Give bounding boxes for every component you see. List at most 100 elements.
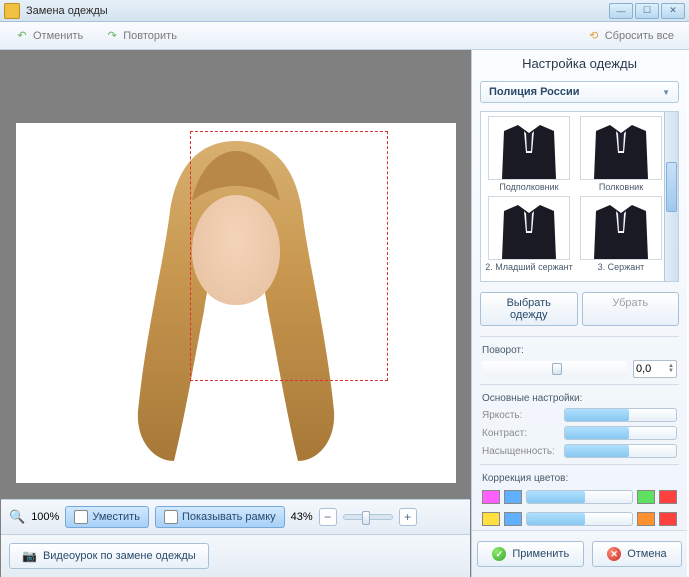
thumb-image	[488, 116, 570, 180]
close-button[interactable]: ✕	[661, 3, 685, 19]
thumb-label: Подполковник	[499, 182, 558, 192]
selection-frame[interactable]	[190, 131, 388, 381]
redo-icon: ↷	[105, 29, 119, 43]
color-swatch[interactable]	[482, 512, 500, 526]
contrast-label: Контраст:	[482, 428, 558, 439]
uniform-icon	[586, 123, 656, 179]
check-icon: ✓	[492, 547, 506, 561]
remove-button[interactable]: Убрать	[582, 292, 680, 326]
side-panel: Настройка одежды Полиция России ▼ Подпол…	[471, 50, 687, 577]
fit-button[interactable]: Уместить	[65, 506, 149, 528]
undo-label: Отменить	[33, 30, 83, 42]
thumb-image	[580, 116, 662, 180]
uniform-icon	[494, 123, 564, 179]
category-value: Полиция России	[489, 86, 580, 98]
color-swatch[interactable]	[637, 490, 655, 504]
spin-arrows-icon[interactable]: ▲▼	[668, 364, 674, 374]
uniform-icon	[586, 203, 656, 259]
rotation-slider[interactable]	[482, 361, 627, 377]
thumbs-scrollbar[interactable]	[664, 112, 678, 281]
color-swatch[interactable]	[504, 490, 522, 504]
camera-icon: 📷	[22, 549, 37, 563]
color-slider-1[interactable]	[526, 490, 633, 504]
color-swatch[interactable]	[482, 490, 500, 504]
color-correction-label: Коррекция цветов:	[482, 473, 677, 484]
magnifier-icon: 🔍	[9, 509, 25, 525]
show-frame-label: Показывать рамку	[182, 511, 276, 523]
maximize-button[interactable]: ☐	[635, 3, 659, 19]
app-icon	[4, 3, 20, 19]
redo-label: Повторить	[123, 30, 177, 42]
window-buttons: — ☐ ✕	[609, 3, 685, 19]
color-swatch[interactable]	[637, 512, 655, 526]
rotation-spinbox[interactable]: 0,0 ▲▼	[633, 360, 677, 378]
reset-button[interactable]: ⟲ Сбросить все	[580, 25, 681, 47]
color-row	[482, 490, 677, 504]
cancel-label: Отмена	[627, 548, 666, 560]
scroll-thumb[interactable]	[666, 162, 677, 212]
toolbar: ↶ Отменить ↷ Повторить ⟲ Сбросить все	[0, 22, 689, 50]
color-row-2	[482, 512, 677, 526]
zoom-in-button[interactable]: +	[399, 508, 417, 526]
action-row: Выбрать одежду Убрать	[480, 292, 679, 326]
saturation-row: Насыщенность:	[482, 444, 677, 458]
category-select[interactable]: Полиция России ▼	[480, 81, 679, 103]
apply-label: Применить	[512, 548, 569, 560]
brightness-row: Яркость:	[482, 408, 677, 422]
color-swatch[interactable]	[659, 490, 677, 504]
undo-button[interactable]: ↶ Отменить	[8, 25, 90, 47]
rotation-knob[interactable]	[552, 363, 562, 375]
canvas-image[interactable]	[16, 123, 456, 483]
redo-button[interactable]: ↷ Повторить	[98, 25, 184, 47]
cancel-button[interactable]: ✕ Отмена	[592, 541, 681, 567]
fit-label: Уместить	[92, 511, 140, 523]
canvas-panel: 🔍 100% Уместить Показывать рамку 43% − +…	[0, 50, 471, 577]
show-frame-button[interactable]: Показывать рамку	[155, 506, 285, 528]
zoom-slider[interactable]	[343, 514, 393, 520]
contrast-row: Контраст:	[482, 426, 677, 440]
color-swatch[interactable]	[504, 512, 522, 526]
thumb-label: Полковник	[599, 182, 643, 192]
titlebar: Замена одежды — ☐ ✕	[0, 0, 689, 22]
chevron-down-icon: ▼	[662, 88, 670, 97]
saturation-slider[interactable]	[564, 444, 677, 458]
dialog-footer: ✓ Применить ✕ Отмена	[472, 530, 687, 577]
thumb-item[interactable]: Полковник	[577, 116, 665, 192]
brightness-label: Яркость:	[482, 410, 558, 421]
contrast-slider[interactable]	[564, 426, 677, 440]
undo-icon: ↶	[15, 29, 29, 43]
saturation-label: Насыщенность:	[482, 446, 558, 457]
minimize-button[interactable]: —	[609, 3, 633, 19]
thumb-item[interactable]: 3. Сержант	[577, 196, 665, 272]
rotation-row: 0,0 ▲▼	[482, 360, 677, 378]
apply-button[interactable]: ✓ Применить	[477, 541, 584, 567]
reset-icon: ⟲	[587, 29, 601, 43]
zoom-out-button[interactable]: −	[319, 508, 337, 526]
uniform-icon	[494, 203, 564, 259]
rotation-label: Поворот:	[482, 345, 677, 356]
side-title: Настройка одежды	[472, 50, 687, 77]
thumb-label: 2. Младший сержант	[485, 262, 572, 272]
thumb-image	[580, 196, 662, 260]
canvas-wrap	[1, 51, 470, 499]
brightness-slider[interactable]	[564, 408, 677, 422]
color-slider-2[interactable]	[526, 512, 633, 526]
cross-icon: ✕	[607, 547, 621, 561]
window-title: Замена одежды	[26, 5, 609, 17]
canvas-bottom-bar: 🔍 100% Уместить Показывать рамку 43% − +	[1, 499, 470, 534]
thumb-image	[488, 196, 570, 260]
thumb-label: 3. Сержант	[598, 262, 645, 272]
frame-icon	[164, 510, 178, 524]
reset-label: Сбросить все	[605, 30, 674, 42]
video-button[interactable]: 📷 Видеоурок по замене одежды	[9, 543, 209, 569]
main-settings-label: Основные настройки:	[482, 393, 677, 404]
thumb-item[interactable]: Подполковник	[485, 116, 573, 192]
video-label: Видеоурок по замене одежды	[43, 550, 196, 562]
rotation-value: 0,0	[636, 363, 651, 375]
main-area: 🔍 100% Уместить Показывать рамку 43% − +…	[0, 50, 689, 577]
color-swatch[interactable]	[659, 512, 677, 526]
choose-button[interactable]: Выбрать одежду	[480, 292, 578, 326]
thumb-item[interactable]: 2. Младший сержант	[485, 196, 573, 272]
zoom-slider-knob[interactable]	[362, 511, 370, 525]
canvas-footer: 📷 Видеоурок по замене одежды	[1, 534, 470, 577]
